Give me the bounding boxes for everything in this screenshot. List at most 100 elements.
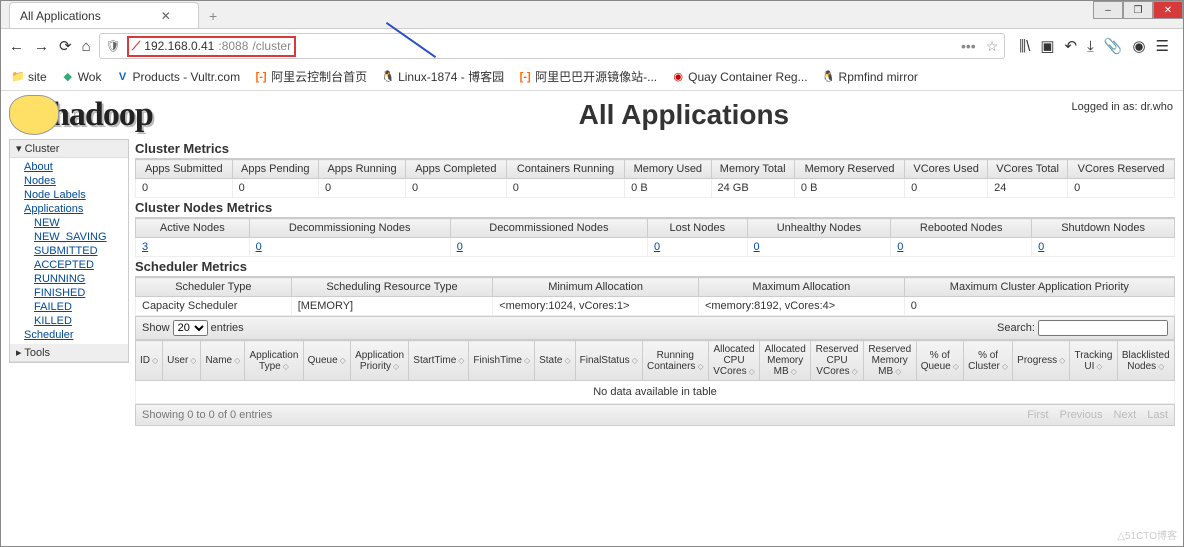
page-next[interactable]: Next: [1114, 409, 1137, 421]
sidebar-state-new[interactable]: NEW: [34, 216, 128, 230]
column-header[interactable]: Scheduler Type: [136, 278, 292, 297]
site-icon: ◆: [61, 70, 75, 84]
sidebar-link-about[interactable]: About: [24, 160, 128, 174]
search-input[interactable]: [1038, 320, 1168, 336]
column-header[interactable]: Decommissioning Nodes: [249, 219, 450, 238]
page-prev[interactable]: Previous: [1060, 409, 1103, 421]
sidebar-state-accepted[interactable]: ACCEPTED: [34, 258, 128, 272]
column-header[interactable]: StartTime◇: [409, 341, 469, 381]
window-minimize-button[interactable]: –: [1093, 1, 1123, 19]
column-header[interactable]: Unhealthy Nodes: [747, 219, 891, 238]
sidebar-cluster-header[interactable]: ▾ Cluster: [10, 140, 128, 158]
column-header[interactable]: User◇: [163, 341, 201, 381]
sidebar-link-nodes[interactable]: Nodes: [24, 174, 128, 188]
forward-button[interactable]: →: [34, 38, 49, 55]
library-icon[interactable]: ⫼\: [1019, 38, 1030, 55]
column-header[interactable]: State◇: [535, 341, 576, 381]
sidebar-link-applications[interactable]: Applications: [24, 202, 128, 216]
sidebar-link-scheduler[interactable]: Scheduler: [24, 328, 128, 342]
bookmark-item[interactable]: ◉Quay Container Reg...: [671, 70, 807, 84]
column-header[interactable]: ID◇: [136, 341, 163, 381]
column-header[interactable]: Application Priority◇: [350, 341, 408, 381]
extension-icon[interactable]: ◉: [1132, 37, 1145, 55]
url-bar[interactable]: 🛡 ⟋ 192.168.0.41:8088/cluster ••• ☆: [99, 33, 1006, 59]
sidebar-state-killed[interactable]: KILLED: [34, 314, 128, 328]
column-header[interactable]: Tracking UI◇: [1070, 341, 1117, 381]
pocket-icon[interactable]: ⤓: [1087, 38, 1094, 55]
cell: 0 B: [794, 179, 904, 198]
column-header[interactable]: Shutdown Nodes: [1032, 219, 1175, 238]
column-header[interactable]: Minimum Allocation: [493, 278, 699, 297]
column-header[interactable]: Decommissioned Nodes: [450, 219, 647, 238]
page-last[interactable]: Last: [1147, 409, 1168, 421]
column-header[interactable]: Memory Reserved: [794, 160, 904, 179]
column-header[interactable]: FinishTime◇: [469, 341, 535, 381]
sidebar-toggle-icon[interactable]: ▣: [1040, 37, 1054, 55]
bookmark-item[interactable]: 📁site: [11, 70, 47, 84]
column-header[interactable]: Rebooted Nodes: [891, 219, 1032, 238]
sidebar-state-failed[interactable]: FAILED: [34, 300, 128, 314]
reload-button[interactable]: ⟳: [59, 37, 72, 55]
column-header[interactable]: Containers Running: [506, 160, 624, 179]
column-header[interactable]: Apps Completed: [406, 160, 507, 179]
column-header[interactable]: Maximum Allocation: [698, 278, 904, 297]
window-maximize-button[interactable]: ❐: [1123, 1, 1153, 19]
column-header[interactable]: FinalStatus◇: [575, 341, 642, 381]
cell: 0: [318, 179, 405, 198]
bookmark-item[interactable]: [-]阿里巴巴开源镜像站-...: [518, 68, 657, 85]
column-header[interactable]: Allocated Memory MB◇: [760, 341, 811, 381]
bookmark-item[interactable]: VProducts - Vultr.com: [115, 70, 240, 84]
column-header[interactable]: Scheduling Resource Type: [291, 278, 493, 297]
bookmark-item[interactable]: 🐧Linux-1874 - 博客园: [381, 68, 504, 85]
column-header[interactable]: Memory Used: [625, 160, 711, 179]
column-header[interactable]: % of Queue◇: [916, 341, 963, 381]
column-header[interactable]: Progress◇: [1013, 341, 1070, 381]
column-header[interactable]: Reserved CPU VCores◇: [811, 341, 864, 381]
undo-icon[interactable]: ↶: [1065, 37, 1078, 55]
column-header[interactable]: Memory Total: [711, 160, 794, 179]
column-header[interactable]: Allocated CPU VCores◇: [708, 341, 759, 381]
column-header[interactable]: Name◇: [201, 341, 245, 381]
nodes-metrics-title: Cluster Nodes Metrics: [135, 198, 1175, 218]
page-first[interactable]: First: [1027, 409, 1048, 421]
column-header[interactable]: Apps Running: [318, 160, 405, 179]
sidebar-state-running[interactable]: RUNNING: [34, 272, 128, 286]
close-tab-icon[interactable]: ✕: [161, 9, 171, 23]
entries-select[interactable]: 20: [173, 320, 208, 336]
entries-selector: Show 20 entries: [142, 320, 244, 336]
menu-icon[interactable]: ☰: [1156, 37, 1169, 55]
column-header[interactable]: VCores Total: [988, 160, 1068, 179]
column-header[interactable]: Apps Pending: [232, 160, 318, 179]
column-header[interactable]: Running Containers◇: [642, 341, 708, 381]
column-header[interactable]: Application Type◇: [245, 341, 303, 381]
sidebar-state-new-saving[interactable]: NEW_SAVING: [34, 230, 128, 244]
window-close-button[interactable]: ✕: [1153, 1, 1183, 19]
sidebar-state-finished[interactable]: FINISHED: [34, 286, 128, 300]
column-header[interactable]: Reserved Memory MB◇: [863, 341, 916, 381]
home-button[interactable]: ⌂: [82, 38, 91, 55]
bookmark-item[interactable]: 🐧Rpmfind mirror: [822, 70, 918, 84]
column-header[interactable]: % of Cluster◇: [964, 341, 1013, 381]
download-icon[interactable]: 📎: [1104, 37, 1123, 55]
bookmark-star-icon[interactable]: ☆: [986, 38, 999, 55]
sidebar-tools-header[interactable]: ▸ Tools: [10, 344, 128, 362]
column-header[interactable]: VCores Reserved: [1068, 160, 1175, 179]
column-header[interactable]: Lost Nodes: [648, 219, 748, 238]
column-header[interactable]: Apps Submitted: [136, 160, 233, 179]
url-path: /cluster: [252, 39, 291, 53]
bookmark-item[interactable]: [-]阿里云控制台首页: [254, 68, 367, 85]
hadoop-logo[interactable]: hadoop: [9, 95, 153, 135]
column-header[interactable]: Active Nodes: [136, 219, 250, 238]
url-more-icon[interactable]: •••: [961, 38, 976, 55]
new-tab-button[interactable]: +: [205, 4, 221, 28]
column-header[interactable]: Maximum Cluster Application Priority: [904, 278, 1174, 297]
back-button[interactable]: ←: [9, 38, 24, 55]
browser-tab[interactable]: All Applications ✕: [9, 2, 199, 28]
sidebar-link-node-labels[interactable]: Node Labels: [24, 188, 128, 202]
watermark: △51CTO博客: [1117, 527, 1177, 542]
column-header[interactable]: Blacklisted Nodes◇: [1117, 341, 1174, 381]
column-header[interactable]: VCores Used: [905, 160, 988, 179]
sidebar-state-submitted[interactable]: SUBMITTED: [34, 244, 128, 258]
column-header[interactable]: Queue◇: [303, 341, 350, 381]
bookmark-item[interactable]: ◆Wok: [61, 70, 102, 84]
